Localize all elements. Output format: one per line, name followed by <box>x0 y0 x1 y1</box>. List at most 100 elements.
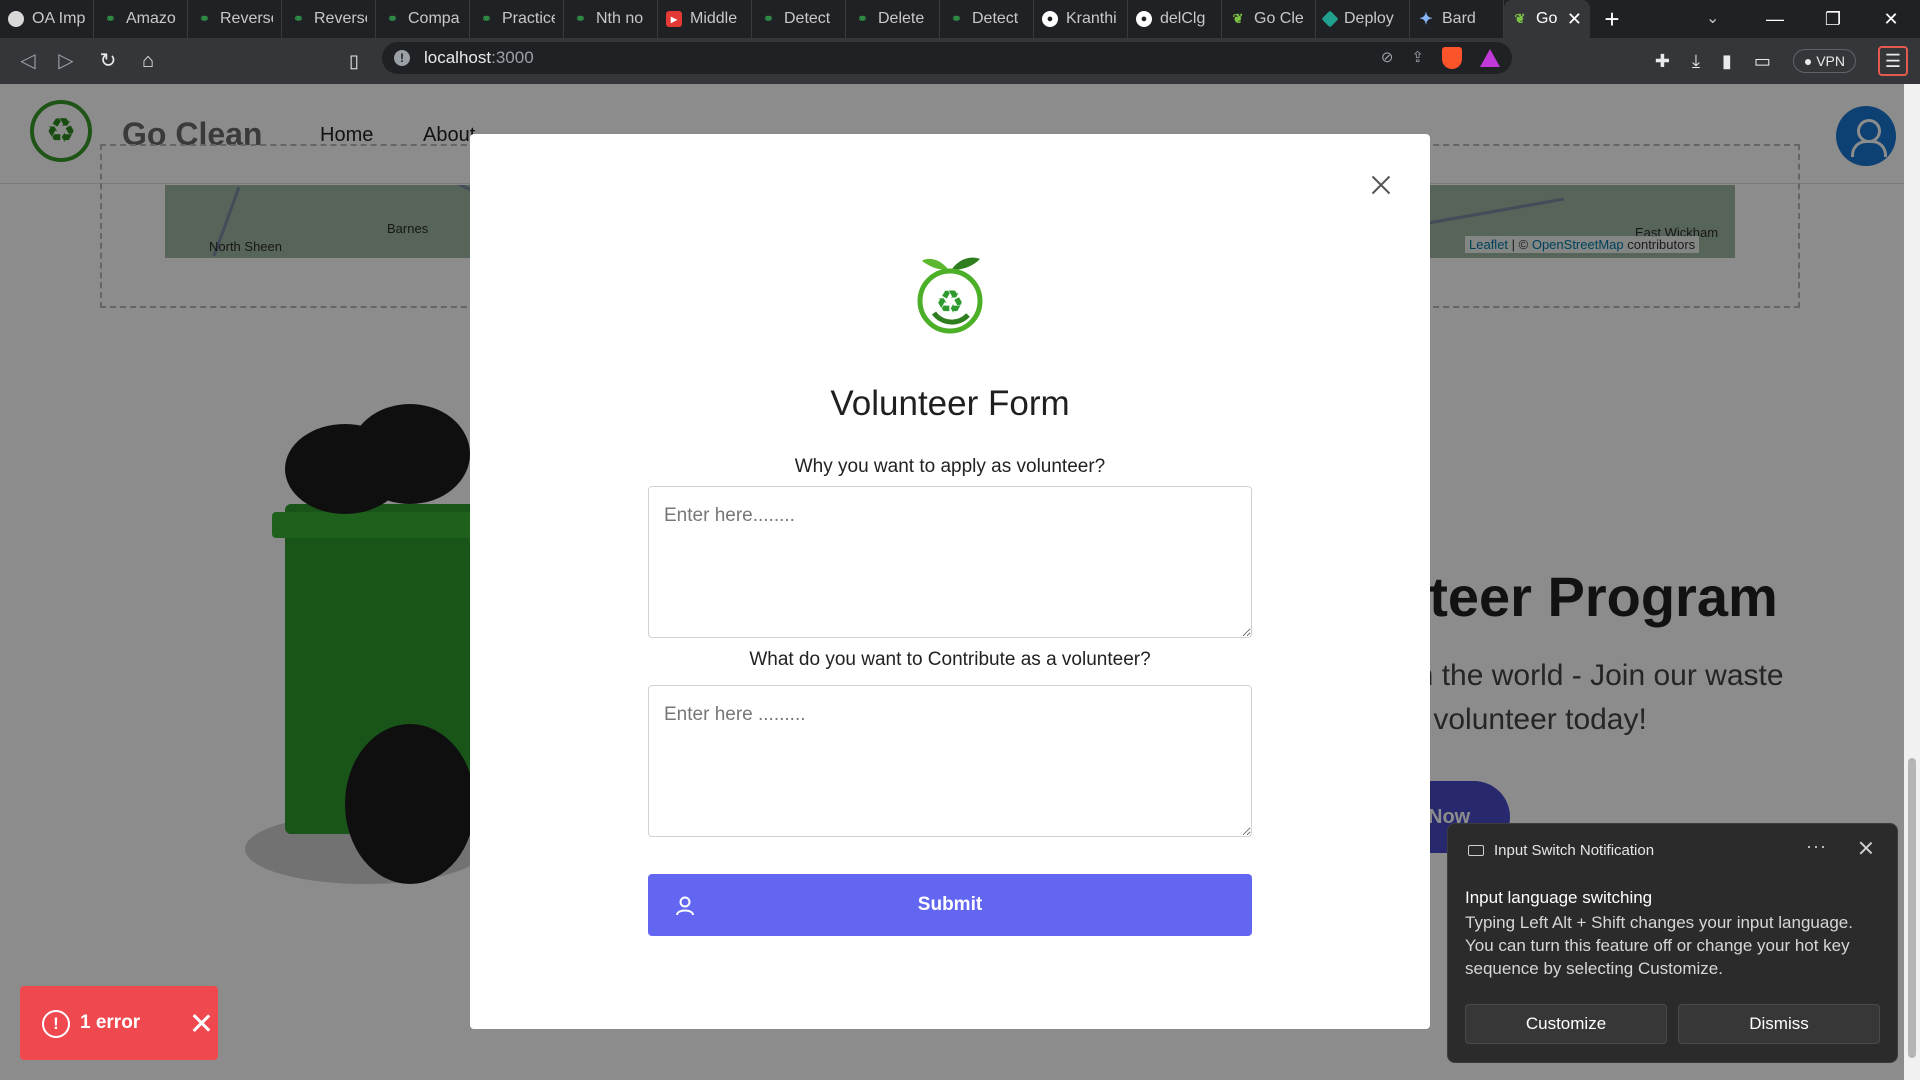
youtube-icon: ▶ <box>666 11 682 27</box>
tab-label: Detect <box>972 10 1019 27</box>
tab-label: Go Cle <box>1254 10 1304 27</box>
browser-tab[interactable]: ● delClg <box>1128 0 1222 38</box>
more-options-icon[interactable]: ··· <box>1806 836 1827 857</box>
forward-icon[interactable]: ▷ <box>50 38 82 84</box>
close-window-icon[interactable]: ✕ <box>1862 9 1920 30</box>
scrollbar-thumb[interactable] <box>1908 758 1916 1058</box>
browser-tab[interactable]: Deploy <box>1316 0 1410 38</box>
brave-shields-icon[interactable] <box>1442 47 1462 69</box>
tab-label: Reverse <box>220 10 273 27</box>
browser-tab[interactable]: ⚭ Amazo <box>94 0 188 38</box>
toolbar-right: ✚ ⤓ ▮ ▭ ● VPN ☰ <box>1655 38 1908 84</box>
address-bar-actions: ⊘ ⇪ <box>1381 42 1500 74</box>
dismiss-button[interactable]: Dismiss <box>1678 1004 1880 1044</box>
tab-label: Kranthi <box>1066 10 1117 27</box>
home-icon[interactable]: ⌂ <box>132 38 164 84</box>
browser-tab[interactable]: ● Kranthi <box>1034 0 1128 38</box>
browser-tab[interactable]: ▶ Middle <box>658 0 752 38</box>
gfg-icon: ⚭ <box>199 11 210 26</box>
why-apply-textarea[interactable] <box>648 486 1252 638</box>
deploy-icon <box>1321 10 1339 28</box>
address-host: localhost <box>424 48 492 67</box>
browser-tab-bar: OA Imp ⚭ Amazo ⚭ Reverse ⚭ Reverse ⚭ Compa ⚭ Pract… <box>0 0 1920 38</box>
bookmark-icon[interactable]: ▯ <box>338 38 370 84</box>
tab-search-chevron-icon[interactable]: ⌄ <box>1706 0 1719 38</box>
gfg-icon: ⚭ <box>105 11 116 26</box>
tab-label: Go <box>1536 10 1558 27</box>
customize-button[interactable]: Customize <box>1465 1004 1667 1044</box>
browser-tab[interactable]: ⚭ Nth no <box>564 0 658 38</box>
tab-label: Middle <box>690 10 738 27</box>
extensions-icon[interactable]: ✚ <box>1655 51 1670 72</box>
gfg-icon: ⚭ <box>575 11 586 26</box>
submit-button[interactable]: Submit <box>648 874 1252 936</box>
notification-title: Input language switching <box>1465 888 1653 907</box>
gfg-icon: ⚭ <box>857 11 868 26</box>
sidebar-icon[interactable]: ▮ <box>1722 51 1732 72</box>
tab-label: Detect <box>784 10 831 27</box>
reload-icon[interactable]: ↻ <box>92 38 124 84</box>
minimize-icon[interactable]: — <box>1746 9 1804 30</box>
keyboard-icon <box>1468 845 1484 856</box>
leaf-icon: ❦ <box>1232 11 1244 26</box>
error-icon: ! <box>42 1010 70 1038</box>
tab-label: Practice <box>502 10 555 27</box>
browser-tab[interactable]: ⚭ Delete <box>846 0 940 38</box>
browser-tab[interactable]: ⚭ Detect <box>940 0 1034 38</box>
wallet-icon[interactable]: ▭ <box>1754 51 1771 72</box>
blocked-icon[interactable]: ⊘ <box>1381 42 1394 74</box>
notification-app-name: Input Switch Notification <box>1494 842 1655 859</box>
window-controls: — ❐ ✕ <box>1746 0 1920 38</box>
gfg-icon: ⚭ <box>763 11 774 26</box>
gfg-icon: ⚭ <box>387 11 398 26</box>
restore-icon[interactable]: ❐ <box>1804 9 1862 30</box>
downloads-icon[interactable]: ⤓ <box>1692 51 1700 72</box>
gfg-icon: ⚭ <box>481 11 492 26</box>
close-tab-icon[interactable]: ✕ <box>1567 9 1582 30</box>
leaf-icon: ❦ <box>1514 11 1526 26</box>
site-info-icon[interactable]: ! <box>394 50 410 66</box>
tab-label: Nth no <box>596 10 644 27</box>
github-icon: ● <box>1136 11 1152 27</box>
browser-tab[interactable]: ⚭ Compa <box>376 0 470 38</box>
submit-label: Submit <box>917 894 983 915</box>
gfg-icon: ⚭ <box>293 11 304 26</box>
new-tab-icon[interactable]: + <box>1590 4 1634 35</box>
menu-icon[interactable]: ☰ <box>1878 46 1908 76</box>
question-1-label: Why you want to apply as volunteer? <box>794 456 1106 477</box>
tab-label: Reverse <box>314 10 367 27</box>
error-toast[interactable]: ! 1 error <box>20 986 218 1060</box>
browser-tab[interactable]: ⚭ Reverse <box>282 0 376 38</box>
browser-tab[interactable]: OA Imp <box>0 0 94 38</box>
browser-tab[interactable]: ❦ Go Cle <box>1222 0 1316 38</box>
error-close-icon[interactable] <box>188 1010 214 1036</box>
browser-tab[interactable]: ⚭ Reverse <box>188 0 282 38</box>
browser-tab-active[interactable]: ❦ Go ✕ <box>1504 0 1590 38</box>
page-scrollbar[interactable] <box>1904 84 1920 1080</box>
volunteer-modal: ♻ Volunteer Form Why you want to apply a… <box>470 134 1430 1029</box>
vpn-button[interactable]: ● VPN <box>1792 49 1856 73</box>
vpn-label: VPN <box>1816 53 1845 69</box>
notification-header: Input Switch Notification <box>1468 842 1654 859</box>
share-icon[interactable]: ⇪ <box>1411 42 1424 74</box>
brave-rewards-icon[interactable] <box>1480 49 1500 67</box>
tab-label: Bard <box>1442 10 1476 27</box>
bard-icon: ✦ <box>1419 11 1433 28</box>
close-icon[interactable] <box>1365 169 1397 201</box>
tab-label: Compa <box>408 10 460 27</box>
notification-close-icon[interactable] <box>1858 840 1874 856</box>
recycle-logo-icon: ♻ <box>917 257 983 334</box>
user-icon <box>676 896 694 916</box>
openai-icon <box>8 11 24 27</box>
browser-tab[interactable]: ✦ Bard <box>1410 0 1504 38</box>
gfg-icon: ⚭ <box>951 11 962 26</box>
browser-tab[interactable]: ⚭ Practice <box>470 0 564 38</box>
contribute-textarea[interactable] <box>648 685 1252 837</box>
browser-tab[interactable]: ⚭ Detect <box>752 0 846 38</box>
address-bar[interactable]: ! localhost:3000 ⊘ ⇪ <box>382 42 1512 74</box>
back-icon[interactable]: ◁ <box>12 38 44 84</box>
address-port: :3000 <box>491 48 534 67</box>
system-notification: Input Switch Notification ··· Input lang… <box>1447 823 1898 1063</box>
github-icon: ● <box>1042 11 1058 27</box>
tab-label: Delete <box>878 10 925 27</box>
